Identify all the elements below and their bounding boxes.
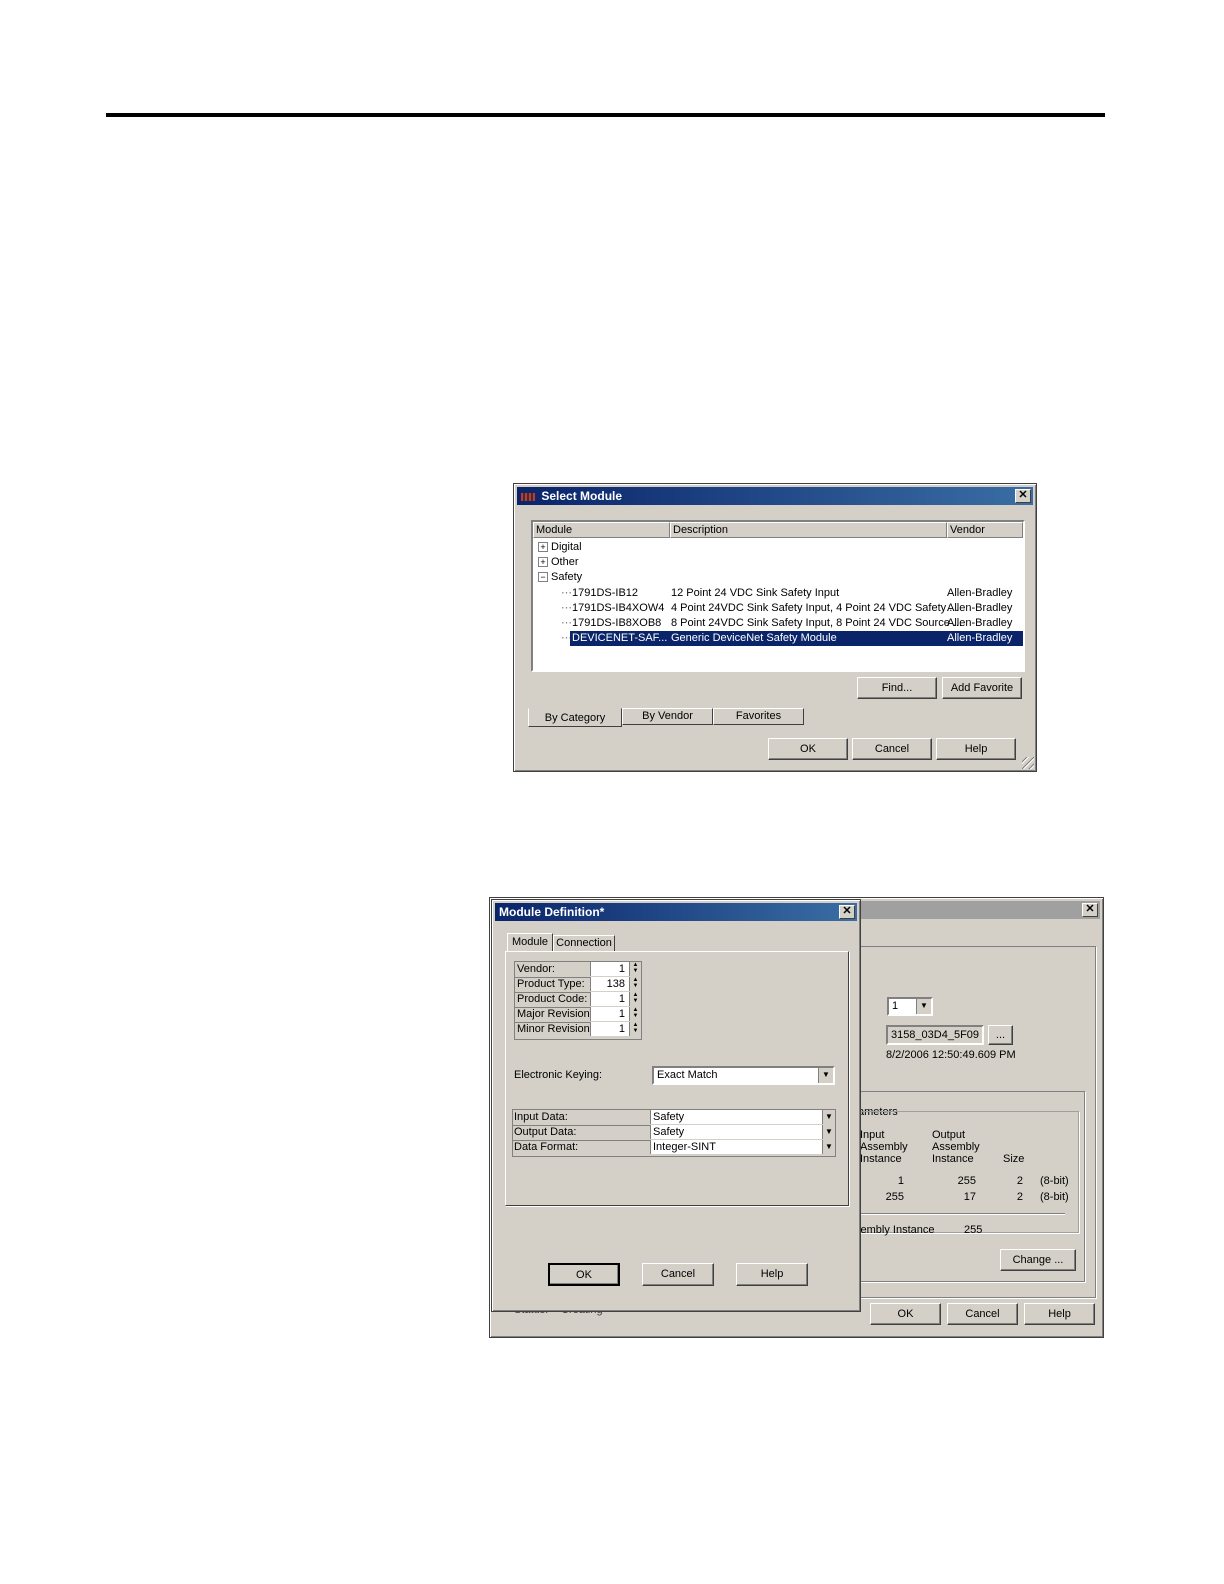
spinner-icon[interactable]: ▲ ▼ xyxy=(629,1007,641,1021)
module-definition-title: Module Definition* xyxy=(499,905,605,919)
config-assembly-value: 255 xyxy=(964,1224,983,1236)
chevron-down-icon[interactable]: ▼ xyxy=(822,1110,835,1124)
output-data-select[interactable]: Safety ▼ xyxy=(650,1125,835,1139)
expand-icon[interactable]: + xyxy=(538,542,548,553)
table-row-input: 1 255 2 (8-bit) xyxy=(897,1175,1069,1187)
field-row: Minor Revision 1 ▲ ▼ xyxy=(515,1022,641,1037)
electronic-keying-select[interactable]: Exact Match ▼ xyxy=(652,1066,835,1085)
change-button[interactable]: Change ... xyxy=(1000,1249,1076,1271)
ok-button[interactable]: OK xyxy=(870,1303,941,1325)
help-button[interactable]: Help xyxy=(936,738,1016,760)
help-button[interactable]: Help xyxy=(736,1263,808,1286)
node-select[interactable]: 1 ▼ xyxy=(887,997,933,1016)
close-icon[interactable]: ✕ xyxy=(839,905,855,919)
module-definition-titlebar: Module Definition* ✕ xyxy=(495,903,857,921)
table-row-output: 255 17 2 (8-bit) xyxy=(885,1191,1069,1203)
minor-revision-field[interactable]: 1 ▲ ▼ xyxy=(590,1022,641,1036)
data-format-select[interactable]: Integer-SINT ▼ xyxy=(650,1140,835,1154)
find-button[interactable]: Find... xyxy=(857,677,937,699)
chevron-down-icon[interactable]: ▼ xyxy=(818,1068,833,1083)
column-header-output: Output Assembly Instance xyxy=(932,1129,980,1165)
data-grid: Input Data: Safety ▼ Output Data: Safety… xyxy=(512,1109,836,1157)
select-module-title: Select Module xyxy=(541,489,623,503)
spinner-icon[interactable]: ▲ ▼ xyxy=(629,992,641,1006)
tree-item-digital[interactable]: + Digital xyxy=(538,540,1023,555)
ok-button[interactable]: OK xyxy=(768,738,848,760)
cancel-button[interactable]: Cancel xyxy=(852,738,932,760)
field-row: Input Data: Safety ▼ xyxy=(513,1110,835,1126)
vendor-field[interactable]: 1 ▲ ▼ xyxy=(590,962,641,976)
select-module-dialog: Select Module ✕ Module Description Vendo… xyxy=(513,483,1037,772)
tab-module[interactable]: Module xyxy=(507,933,553,952)
tree-item-other[interactable]: + Other xyxy=(538,555,1023,570)
tree-item-safety[interactable]: − Safety xyxy=(538,570,1023,585)
page-header-rule xyxy=(106,113,1105,117)
field-row: Product Code: 1 ▲ ▼ xyxy=(515,992,641,1008)
list-item[interactable]: ⋯ 1791DS-IB4XOW4 4 Point 24VDC Sink Safe… xyxy=(533,601,1023,616)
divider xyxy=(858,1213,1065,1215)
electronic-keying-label: Electronic Keying: xyxy=(514,1069,603,1081)
module-definition-dialog: Module Definition* ✕ Module Connection V… xyxy=(491,899,861,1312)
chevron-down-icon[interactable]: ▼ xyxy=(822,1140,835,1154)
spinner-icon[interactable]: ▲ ▼ xyxy=(629,977,641,991)
product-code-field[interactable]: 1 ▲ ▼ xyxy=(590,992,641,1006)
module-list[interactable]: Module Description Vendor + Digital + Othe… xyxy=(531,520,1025,672)
spinner-icon[interactable]: ▲ ▼ xyxy=(629,1022,641,1036)
ok-button[interactable]: OK xyxy=(548,1263,620,1286)
input-data-select[interactable]: Safety ▼ xyxy=(650,1110,835,1124)
safety-network-number: 3158_03D4_5F09 xyxy=(886,1025,984,1045)
column-header-description[interactable]: Description xyxy=(670,522,947,538)
resize-grip-icon[interactable] xyxy=(1022,757,1034,769)
field-row: Vendor: 1 ▲ ▼ xyxy=(515,962,641,978)
chevron-down-icon[interactable]: ▼ xyxy=(822,1125,835,1139)
column-header-input: Input Assembly Instance xyxy=(860,1129,908,1165)
tab-favorites[interactable]: Favorites xyxy=(713,708,804,725)
timestamp: 8/2/2006 12:50:49.609 PM xyxy=(886,1049,1016,1061)
expand-icon[interactable]: + xyxy=(538,557,548,568)
column-header-module[interactable]: Module xyxy=(533,522,670,538)
field-row: Output Data: Safety ▼ xyxy=(513,1125,835,1141)
major-revision-field[interactable]: 1 ▲ ▼ xyxy=(590,1007,641,1021)
list-item-selected[interactable]: ⋯ DEVICENET-SAF... Generic DeviceNet Saf… xyxy=(533,631,1023,646)
list-item[interactable]: ⋯ 1791DS-IB8XOB8 8 Point 24VDC Sink Safe… xyxy=(533,616,1023,631)
app-icon xyxy=(521,492,535,501)
close-icon[interactable]: ✕ xyxy=(1082,903,1098,917)
help-button[interactable]: Help xyxy=(1024,1303,1095,1325)
tab-connection[interactable]: Connection xyxy=(553,935,615,952)
browse-button[interactable]: ... xyxy=(988,1025,1013,1045)
product-type-field[interactable]: 138 ▲ ▼ xyxy=(590,977,641,991)
tab-by-category[interactable]: By Category xyxy=(528,708,622,727)
column-header-size: Size xyxy=(1003,1153,1025,1165)
chevron-down-icon[interactable]: ▼ xyxy=(916,999,931,1014)
cancel-button[interactable]: Cancel xyxy=(947,1303,1018,1325)
select-module-titlebar: Select Module ✕ xyxy=(517,487,1033,505)
field-row: Product Type: 138 ▲ ▼ xyxy=(515,977,641,993)
field-row: Major Revision: 1 ▲ ▼ xyxy=(515,1007,641,1023)
close-icon[interactable]: ✕ xyxy=(1015,489,1031,503)
column-header-vendor[interactable]: Vendor xyxy=(947,522,1023,538)
config-assembly-label: sembly Instance xyxy=(855,1224,935,1236)
identity-grid: Vendor: 1 ▲ ▼ Product Type: 138 ▲ ▼ Produc… xyxy=(514,961,642,1040)
collapse-icon[interactable]: − xyxy=(538,572,548,583)
spinner-icon[interactable]: ▲ ▼ xyxy=(629,962,641,976)
cancel-button[interactable]: Cancel xyxy=(642,1263,714,1286)
field-row: Data Format: Integer-SINT ▼ xyxy=(513,1140,835,1155)
add-favorite-button[interactable]: Add Favorite xyxy=(942,677,1022,699)
tab-by-vendor[interactable]: By Vendor xyxy=(622,708,713,725)
list-item[interactable]: ⋯ 1791DS-IB12 12 Point 24 VDC Sink Safet… xyxy=(533,586,1023,601)
